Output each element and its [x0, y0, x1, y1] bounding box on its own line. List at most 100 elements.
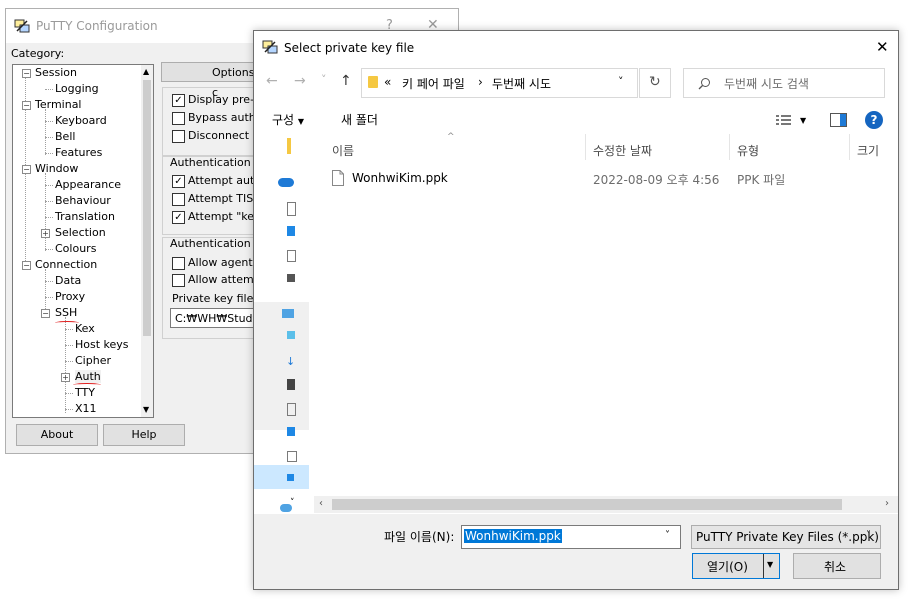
- breadcrumb-key-pair[interactable]: 키 페어 파일: [402, 75, 465, 92]
- drive-icon[interactable]: [287, 474, 294, 481]
- allow-attempted-checkbox[interactable]: [172, 274, 185, 287]
- up-arrow-icon[interactable]: ↑: [340, 73, 352, 89]
- window-collapse-icon[interactable]: −: [22, 165, 31, 174]
- help-icon[interactable]: ?: [865, 111, 883, 129]
- column-name[interactable]: 이름: [332, 142, 354, 159]
- tree-item-kex[interactable]: Kex: [75, 322, 95, 335]
- disconnect-checkbox[interactable]: [172, 130, 185, 143]
- scroll-left-icon[interactable]: ‹: [319, 498, 323, 509]
- breadcrumb-overflow[interactable]: «: [384, 75, 391, 89]
- tree-item-bell[interactable]: Bell: [55, 130, 75, 143]
- refresh-icon: ↻: [649, 74, 661, 90]
- search-box[interactable]: 두번째 시도 검색: [683, 68, 885, 98]
- quick-access-icon[interactable]: [287, 138, 291, 154]
- open-button[interactable]: 열기(O) ▼: [692, 553, 780, 579]
- scroll-right-icon[interactable]: ›: [885, 498, 889, 509]
- selection-expand-icon[interactable]: +: [41, 229, 50, 238]
- attempt-tis-checkbox[interactable]: [172, 193, 185, 206]
- category-tree[interactable]: − Session Logging − Terminal Keyboard Be…: [12, 64, 154, 418]
- navigation-scrollbar[interactable]: [254, 302, 309, 430]
- tree-item-tty[interactable]: TTY: [75, 386, 95, 399]
- terminal-collapse-icon[interactable]: −: [22, 101, 31, 110]
- navigation-pane[interactable]: ↓ ˅: [254, 134, 309, 534]
- network-icon[interactable]: [280, 504, 292, 512]
- horizontal-scroll-thumb[interactable]: [332, 499, 842, 510]
- tree-item-features[interactable]: Features: [55, 146, 102, 159]
- selected-nav-item[interactable]: [254, 465, 309, 489]
- auth-expand-icon[interactable]: +: [61, 373, 70, 382]
- open-dropdown-icon[interactable]: ▼: [767, 560, 773, 569]
- this-pc-icon[interactable]: [282, 309, 294, 318]
- tree-item-auth[interactable]: Auth: [75, 370, 101, 383]
- tree-item-keyboard[interactable]: Keyboard: [55, 114, 107, 127]
- attempt-auth-checkbox[interactable]: ✓: [172, 175, 185, 188]
- pictures-icon[interactable]: [287, 451, 297, 462]
- tree-item-appearance[interactable]: Appearance: [55, 178, 121, 191]
- filename-input[interactable]: WonhwiKim.ppk ˅: [461, 525, 681, 549]
- tree-item-logging[interactable]: Logging: [55, 82, 99, 95]
- tree-item-window[interactable]: Window: [35, 162, 78, 175]
- refresh-button[interactable]: ↻: [639, 68, 671, 98]
- tree-item-translation[interactable]: Translation: [55, 210, 115, 223]
- tree-item-connection[interactable]: Connection: [35, 258, 97, 271]
- desktop-icon-2[interactable]: [287, 427, 295, 436]
- private-key-field[interactable]: C:₩WH₩Study: [170, 308, 262, 328]
- allow-agent-checkbox[interactable]: [172, 257, 185, 270]
- tree-item-terminal[interactable]: Terminal: [35, 98, 82, 111]
- column-type[interactable]: 유형: [737, 142, 759, 159]
- options-header: Options c: [161, 62, 261, 99]
- tree-item-host-keys[interactable]: Host keys: [75, 338, 129, 351]
- column-date[interactable]: 수정한 날짜: [593, 142, 652, 159]
- forward-arrow-icon[interactable]: →: [294, 73, 306, 89]
- tree-item-ssh[interactable]: SSH: [55, 306, 77, 319]
- column-size[interactable]: 크기: [857, 142, 879, 159]
- organize-menu[interactable]: 구성 ▼: [272, 111, 304, 128]
- about-button[interactable]: About: [16, 424, 98, 446]
- bypass-auth-checkbox[interactable]: [172, 112, 185, 125]
- desktop-icon[interactable]: [287, 226, 295, 236]
- filename-label: 파일 이름(N):: [384, 530, 455, 544]
- tree-item-x11[interactable]: X11: [75, 402, 97, 415]
- tree-item-session[interactable]: Session: [35, 66, 77, 79]
- videos-icon[interactable]: [287, 379, 295, 390]
- connection-collapse-icon[interactable]: −: [22, 261, 31, 270]
- ssh-collapse-icon[interactable]: −: [41, 309, 50, 318]
- display-preauth-checkbox[interactable]: ✓: [172, 94, 185, 107]
- view-dropdown-icon[interactable]: ▼: [800, 116, 806, 125]
- back-arrow-icon[interactable]: ←: [266, 73, 278, 89]
- address-bar[interactable]: « 키 페어 파일 › 두번째 시도 ˅: [361, 68, 638, 98]
- help-button[interactable]: Help: [103, 424, 185, 446]
- session-collapse-icon[interactable]: −: [22, 69, 31, 78]
- downloads-icon[interactable]: ↓: [286, 355, 295, 368]
- tree-item-colours[interactable]: Colours: [55, 242, 96, 255]
- tree-item-selection[interactable]: Selection: [55, 226, 106, 239]
- scroll-up-icon[interactable]: ▲: [143, 67, 149, 76]
- attempt-keyb-checkbox[interactable]: ✓: [172, 211, 185, 224]
- tree-scroll-thumb[interactable]: [143, 80, 151, 336]
- tree-item-proxy[interactable]: Proxy: [55, 290, 85, 303]
- doc-icon-1[interactable]: [287, 202, 296, 216]
- tree-item-behaviour[interactable]: Behaviour: [55, 194, 111, 207]
- breadcrumb-second-try[interactable]: 두번째 시도: [492, 75, 551, 92]
- filetype-select[interactable]: PuTTY Private Key Files (*.ppk) ˅: [691, 525, 881, 549]
- cancel-button[interactable]: 취소: [793, 553, 881, 579]
- dialog-close-button[interactable]: ✕: [876, 38, 889, 56]
- gallery-icon[interactable]: [287, 274, 295, 282]
- tree-scrollbar[interactable]: ▲ ▼: [141, 65, 153, 417]
- 3d-objects-icon[interactable]: [287, 331, 295, 339]
- horizontal-scrollbar[interactable]: ‹ ›: [314, 496, 898, 513]
- onedrive-icon[interactable]: [278, 178, 294, 187]
- tree-item-data[interactable]: Data: [55, 274, 81, 287]
- filename-dropdown-icon[interactable]: ˅: [665, 530, 670, 541]
- address-dropdown-icon[interactable]: ˅: [618, 75, 624, 88]
- scroll-down-icon[interactable]: ▼: [143, 405, 149, 414]
- tree-item-cipher[interactable]: Cipher: [75, 354, 111, 367]
- view-options-icon[interactable]: [776, 114, 792, 126]
- doc-icon-2[interactable]: [287, 250, 296, 262]
- preview-pane-icon[interactable]: [830, 113, 847, 127]
- cancel-button-label: 취소: [824, 560, 847, 574]
- recent-locations-icon[interactable]: ˅: [321, 73, 327, 86]
- new-folder-button[interactable]: 새 폴더: [341, 111, 378, 128]
- documents-icon[interactable]: [287, 403, 296, 416]
- file-row[interactable]: WonhwiKim.ppk 2022-08-09 오후 4:56 PPK 파일: [328, 168, 828, 190]
